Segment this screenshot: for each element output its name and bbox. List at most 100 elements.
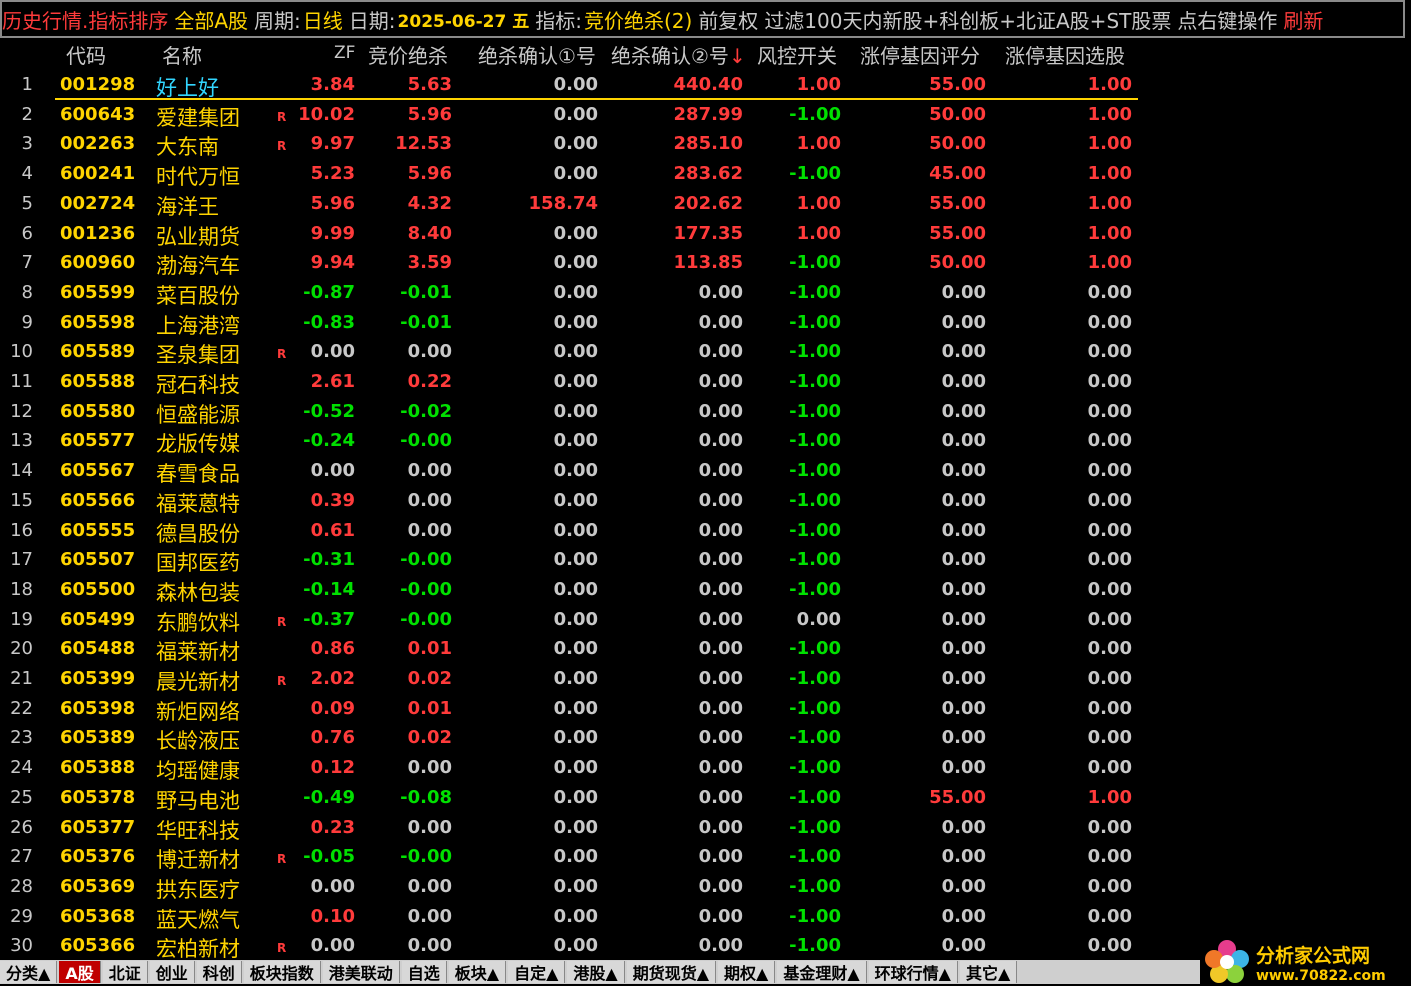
table-row[interactable]: 5 002724 海洋王 5.96 4.32 158.74 202.62 1.00 55.00 1…: [0, 189, 1140, 219]
confirm2-value: 0.00: [698, 846, 743, 868]
col-score[interactable]: 涨停基因评分: [860, 40, 980, 69]
table-row[interactable]: 29 605368 蓝天燃气 0.10 0.00 0.00 0.00 -1.00 0.00 0.0…: [0, 902, 1140, 932]
jingjia-value: -0.01: [400, 281, 452, 303]
tab-15[interactable]: 其它▲: [959, 961, 1018, 983]
tab-3[interactable]: 创业: [149, 961, 195, 983]
col-pick[interactable]: 涨停基因选股: [1005, 40, 1125, 69]
score-value: 0.00: [941, 875, 986, 897]
table-row[interactable]: 7 600960 渤海汽车 9.94 3.59 0.00 113.85 -1.00 50.00 1…: [0, 248, 1140, 278]
row-index: 27: [10, 846, 33, 868]
risk-value: 0.00: [796, 608, 841, 630]
score-value: 0.00: [941, 905, 986, 927]
tab-11[interactable]: 期货现货▲: [626, 961, 717, 983]
col-name[interactable]: 名称: [162, 40, 202, 69]
table-row[interactable]: 27 605376 博迁新材 R -0.05 -0.00 0.00 0.00 -1.00 0.00…: [0, 842, 1140, 872]
indicator-selector[interactable]: 竞价绝杀(2): [584, 5, 692, 34]
pick-value: 0.00: [1087, 341, 1132, 363]
row-index: 5: [21, 192, 33, 214]
table-row[interactable]: 8 605599 菜百股份 -0.87 -0.01 0.00 0.00 -1.00 0.00 0.…: [0, 278, 1140, 308]
period-selector[interactable]: 日线: [303, 5, 343, 34]
col-code[interactable]: 代码: [66, 40, 106, 69]
window-bottom-border: [0, 986, 1411, 993]
sort-desc-icon: ↓: [728, 44, 746, 68]
score-value: 0.00: [941, 400, 986, 422]
col-jingjia[interactable]: 竞价绝杀: [368, 40, 448, 69]
tab-4[interactable]: 科创: [196, 961, 242, 983]
confirm2-value: 0.00: [698, 281, 743, 303]
table-row[interactable]: 21 605399 晨光新材 R 2.02 0.02 0.00 0.00 -1.00 0.00 0.…: [0, 664, 1140, 694]
stock-name: 福莱新材: [156, 640, 240, 665]
tab-0[interactable]: 分类▲: [0, 961, 58, 983]
table-row[interactable]: 10 605589 圣泉集团 R 0.00 0.00 0.00 0.00 -1.00 0.00 0.…: [0, 337, 1140, 367]
table-row[interactable]: 15 605566 福莱蒽特 0.39 0.00 0.00 0.00 -1.00 0.00 0.0…: [0, 486, 1140, 516]
table-row[interactable]: 13 605577 龙版传媒 -0.24 -0.00 0.00 0.00 -1.00 0.00 0…: [0, 426, 1140, 456]
stock-code: 605366: [60, 935, 136, 957]
tab-12[interactable]: 期权▲: [718, 961, 776, 983]
col-zf[interactable]: ZF: [334, 43, 355, 63]
table-row[interactable]: 12 605580 恒盛能源 -0.52 -0.02 0.00 0.00 -1.00 0.00 0…: [0, 397, 1140, 427]
filter-option[interactable]: 过滤100天内新股+科创板+北证A股+ST股票: [764, 5, 1171, 34]
tab-1[interactable]: A股: [59, 961, 101, 983]
jingjia-value: -0.01: [400, 311, 452, 333]
table-row[interactable]: 2 600643 爱建集团 R 10.02 5.96 0.00 287.99 -1.00 50.0…: [0, 100, 1140, 130]
confirm2-value: 0.00: [698, 489, 743, 511]
confirm1-value: 0.00: [553, 281, 598, 303]
table-row[interactable]: 18 605500 森林包装 -0.14 -0.00 0.00 0.00 -1.00 0.00 0…: [0, 575, 1140, 605]
table-row[interactable]: 11 605588 冠石科技 2.61 0.22 0.00 0.00 -1.00 0.00 0.0…: [0, 367, 1140, 397]
zf-value: 0.00: [310, 935, 355, 957]
score-value: 0.00: [941, 311, 986, 333]
risk-value: -1.00: [789, 757, 841, 779]
table-row[interactable]: 30 605366 宏柏新材 R 0.00 0.00 0.00 0.00 -1.00 0.00 0.…: [0, 931, 1140, 961]
table-row[interactable]: 23 605389 长龄液压 0.76 0.02 0.00 0.00 -1.00 0.00 0.0…: [0, 723, 1140, 753]
date-selector[interactable]: 2025-06-27 五: [398, 7, 530, 32]
table-row[interactable]: 19 605499 东鹏饮料 R -0.37 -0.00 0.00 0.00 0.00 0.00 0…: [0, 605, 1140, 635]
score-value: 50.00: [929, 252, 986, 274]
tab-14[interactable]: 环球行情▲: [868, 961, 958, 983]
stock-code: 002263: [60, 133, 136, 155]
pick-value: 0.00: [1087, 816, 1132, 838]
tab-10[interactable]: 港股▲: [567, 961, 625, 983]
zf-value: 3.84: [310, 74, 355, 95]
tab-13[interactable]: 基金理财▲: [777, 961, 867, 983]
flower-logo-icon: [1204, 939, 1250, 985]
tab-8[interactable]: 板块▲: [448, 961, 507, 983]
table-row[interactable]: 6 001236 弘业期货 9.99 8.40 0.00 177.35 1.00 55.00 1.…: [0, 219, 1140, 249]
stock-code: 001298: [60, 74, 136, 95]
col-confirm2[interactable]: 绝杀确认②号↓: [611, 40, 746, 69]
jingjia-value: -0.08: [400, 786, 452, 808]
col-risk[interactable]: 风控开关: [757, 40, 837, 69]
tab-6[interactable]: 港美联动: [322, 961, 400, 983]
table-row[interactable]: 22 605398 新炬网络 0.09 0.01 0.00 0.00 -1.00 0.00 0.0…: [0, 694, 1140, 724]
table-row[interactable]: 28 605369 拱东医疗 0.00 0.00 0.00 0.00 -1.00 0.00 0.0…: [0, 872, 1140, 902]
right-click-hint: 点右键操作: [1177, 8, 1278, 33]
row-index: 17: [10, 549, 33, 571]
table-row[interactable]: 9 605598 上海港湾 -0.83 -0.01 0.00 0.00 -1.00 0.00 0.…: [0, 308, 1140, 338]
tab-5[interactable]: 板块指数: [243, 961, 321, 983]
table-row[interactable]: 3 002263 大东南 R 9.97 12.53 0.00 285.10 1.00 50.00 1…: [0, 129, 1140, 159]
col-confirm1[interactable]: 绝杀确认①号: [478, 40, 596, 69]
table-row[interactable]: 14 605567 春雪食品 0.00 0.00 0.00 0.00 -1.00 0.00 0.0…: [0, 456, 1140, 486]
score-value: 0.00: [941, 935, 986, 957]
market-selector[interactable]: 全部A股: [174, 5, 248, 34]
table-row[interactable]: 24 605388 均瑶健康 0.12 0.00 0.00 0.00 -1.00 0.00 0.0…: [0, 753, 1140, 783]
score-value: 0.00: [941, 430, 986, 452]
table-row[interactable]: 17 605507 国邦医药 -0.31 -0.00 0.00 0.00 -1.00 0.00 0…: [0, 545, 1140, 575]
table-row[interactable]: 1 001298 好上好 3.84 5.63 0.00 440.40 1.00 55.00 1.0…: [0, 70, 1140, 100]
tab-2[interactable]: 北证: [102, 961, 148, 983]
table-row[interactable]: 26 605377 华旺科技 0.23 0.00 0.00 0.00 -1.00 0.00 0.0…: [0, 813, 1140, 843]
table-row[interactable]: 20 605488 福莱新材 0.86 0.01 0.00 0.00 -1.00 0.00 0.0…: [0, 634, 1140, 664]
score-value: 50.00: [929, 133, 986, 155]
jingjia-value: -0.00: [400, 846, 452, 868]
table-row[interactable]: 25 605378 野马电池 -0.49 -0.08 0.00 0.00 -1.00 55.00…: [0, 783, 1140, 813]
score-value: 0.00: [941, 608, 986, 630]
refresh-button[interactable]: 刷新: [1283, 5, 1323, 34]
tab-9[interactable]: 自定▲: [508, 961, 566, 983]
tab-7[interactable]: 自选: [401, 961, 447, 983]
jingjia-value: -0.00: [400, 549, 452, 571]
stock-code: 600241: [60, 163, 136, 185]
table-row[interactable]: 4 600241 时代万恒 5.23 5.96 0.00 283.62 -1.00 45.00 1…: [0, 159, 1140, 189]
confirm2-value: 0.00: [698, 786, 743, 808]
adjust-option[interactable]: 前复权: [698, 5, 758, 34]
zf-value: -0.14: [303, 578, 355, 600]
table-row[interactable]: 16 605555 德昌股份 0.61 0.00 0.00 0.00 -1.00 0.00 0.0…: [0, 516, 1140, 546]
